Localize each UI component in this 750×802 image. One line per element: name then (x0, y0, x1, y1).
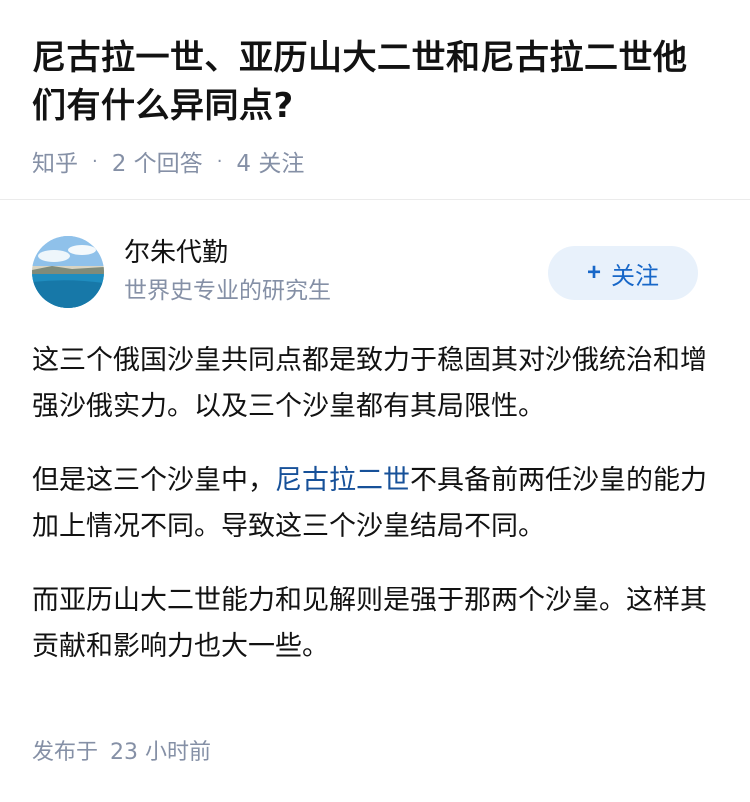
follow-button[interactable]: + 关注 (548, 246, 698, 300)
avatar[interactable] (32, 236, 104, 308)
publish-time: 23 小时前 (110, 740, 212, 765)
follower-count[interactable]: 4 关注 (236, 144, 304, 178)
source-label[interactable]: 知乎 (32, 144, 78, 178)
answer-content: 这三个俄国沙皇共同点都是致力于稳固其对沙俄统治和增强沙俄实力。以及三个沙皇都有其… (32, 338, 722, 698)
answer-paragraph: 而亚历山大二世能力和见解则是强于那两个沙皇。这样其贡献和影响力也大一些。 (32, 585, 707, 662)
answer-paragraph: 这三个俄国沙皇共同点都是致力于稳固其对沙俄统治和增强沙俄实力。以及三个沙皇都有其… (32, 345, 707, 422)
publish-info: 发布于 23 小时前 (32, 734, 211, 766)
plus-icon: + (586, 259, 601, 286)
topic-link[interactable]: 尼古拉二世 (275, 465, 410, 496)
author-name[interactable]: 尔朱代勤 (124, 236, 228, 270)
author-card: 尔朱代勤 世界史专业的研究生 + 关注 (32, 236, 718, 308)
author-bio: 世界史专业的研究生 (124, 278, 331, 304)
answer-count[interactable]: 2 个回答 (112, 144, 203, 178)
publish-label: 发布于 (32, 740, 99, 765)
avatar-landscape-icon (32, 236, 104, 308)
question-meta: 知乎 · 2 个回答 · 4 关注 (32, 144, 718, 178)
question-title[interactable]: 尼古拉一世、亚历山大二世和尼古拉二世他们有什么异同点? (32, 34, 718, 130)
answer-paragraph: 但是这三个沙皇中，尼古拉二世不具备前两任沙皇的能力加上情况不同。导致这三个沙皇结… (32, 458, 722, 550)
follow-label: 关注 (611, 262, 659, 290)
meta-separator: · (216, 150, 223, 172)
section-divider (0, 199, 750, 200)
meta-separator: · (92, 150, 98, 172)
question-header: 尼古拉一世、亚历山大二世和尼古拉二世他们有什么异同点? 知乎 · 2 个回答 ·… (0, 0, 750, 178)
answer-text: 但是这三个沙皇中， (32, 465, 275, 496)
